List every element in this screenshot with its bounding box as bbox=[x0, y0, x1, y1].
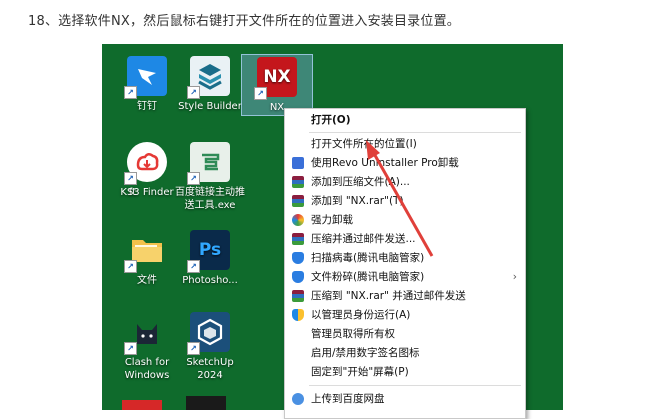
annotation-arrow bbox=[366, 140, 434, 257]
arrow-line bbox=[370, 149, 434, 257]
arrow-head-icon bbox=[366, 140, 380, 160]
